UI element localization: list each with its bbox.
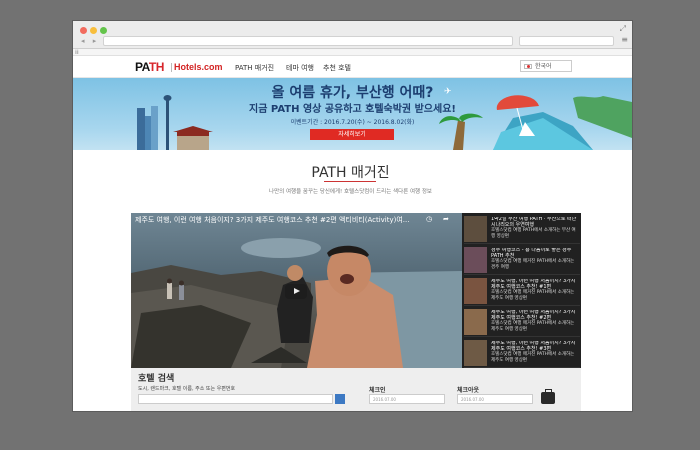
page-title: PATH 매거진	[311, 165, 390, 181]
browser-window: ⤢ ◂ ▸ ≡ ⁞⁞ PATH Hotels.com PATH 매거진 테마 여…	[73, 21, 632, 411]
banner-event-period: 이벤트기간 : 2016.7.20(수) ~ 2016.8.02(화)	[290, 119, 415, 126]
checkout-label: 체크아웃	[457, 387, 480, 394]
playlist-thumbnail[interactable]	[464, 309, 487, 335]
gate-wall	[177, 136, 209, 150]
playlist-item[interactable]: 제주도 여행, 이런 여행 처음이지? 3가지 제주도 여행코스 추천! #3편…	[464, 339, 580, 368]
playlist-item-title[interactable]: 1박2일 부산 여행 PATH · 부산으로 떠난 시나리오의 우연여행	[491, 217, 576, 228]
checkin-label: 체크인	[369, 387, 386, 394]
site-header: PATH Hotels.com PATH 매거진 테마 여행 추천 호텔 한국어	[73, 56, 632, 78]
playlist-item-text: 제주도 여행, 이런 여행 처음이지? 3가지 제주도 여행코스 추천! #3편…	[491, 341, 579, 367]
video-frame[interactable]: 제주도 여행, 이런 여행 처음이지? 3가지 제주도 여행코스 추천 #2편 …	[131, 213, 462, 368]
video-playlist: 1박2일 부산 여행 PATH · 부산으로 떠난 시나리오의 우연여행 호텔스닷…	[462, 213, 581, 368]
play-button[interactable]	[285, 284, 307, 299]
korea-flag-icon	[524, 64, 532, 69]
playlist-item[interactable]: 1박2일 부산 여행 PATH · 부산으로 떠난 시나리오의 우연여행 호텔스닷…	[464, 215, 580, 244]
playlist-item-text: 제주도 여행, 이런 여행 처음이지? 3가지 제주도 여행코스 추천! #1편…	[491, 279, 579, 305]
video-title[interactable]: 제주도 여행, 이런 여행 처음이지? 3가지 제주도 여행코스 추천 #2편 …	[135, 215, 435, 225]
share-icon[interactable]: ➦	[443, 215, 449, 223]
playlist-item-desc: 호텔스닷컴 여행 매거진 PATH에서 소개하는 제주도 여행 영상편	[491, 352, 575, 363]
path-logo-part1: PA	[135, 60, 149, 74]
browser-chrome: ⤢ ◂ ▸ ≡	[73, 21, 632, 49]
playlist-item-title[interactable]: 제주도 여행, 이런 여행 처음이지? 3가지 제주도 여행코스 추천! #2편	[491, 310, 575, 321]
banner-subheadline: 지금 PATH 영상 공유하고 호텔숙박권 받으세요!	[249, 104, 456, 115]
hotel-search-title: 호텔 검색	[138, 374, 175, 384]
destination-label: 도시, 랜드마크, 호텔 이름, 주소 또는 우편번호	[138, 386, 236, 392]
nav-path-magazine[interactable]: PATH 매거진	[235, 63, 274, 73]
video-player[interactable]: 제주도 여행, 이런 여행 처음이지? 3가지 제주도 여행코스 추천 #2편 …	[131, 213, 581, 368]
playlist-item-title[interactable]: 경주 여행코스 - 흥 나음이로 좋은 경주 PATH 추천	[491, 248, 571, 259]
event-banner[interactable]: ✈ 올 여름 휴가, 부산행 어때? 지금 PATH 영상 공유하고 호텔숙박권…	[73, 78, 632, 150]
playlist-item-desc: 호텔스닷컴 여행 매거진 PATH에서 소개하는 제주도 여행 영상편	[491, 290, 575, 301]
destination-search-button[interactable]	[335, 394, 345, 404]
suitcase-icon	[541, 389, 555, 404]
logo-divider	[171, 63, 172, 72]
playlist-item-desc: 호텔스닷컴 여행 매거진 PATH에서 소개하는 제주도 여행 영상편	[491, 321, 575, 332]
playlist-item[interactable]: 제주도 여행, 이런 여행 처음이지? 3가지 제주도 여행코스 추천! #1편…	[464, 277, 580, 306]
banner-detail-button[interactable]: 자세히보기	[310, 129, 394, 140]
path-logo-part2: TH	[148, 60, 165, 74]
playlist-item-desc: 호텔스닷컴 여행 매거진 PATH에서 소개하는 경주 여행	[491, 259, 575, 270]
checkin-input[interactable]: 2016.07.00	[369, 394, 445, 404]
language-label: 한국어	[535, 63, 552, 70]
browser-menu-icon[interactable]: ≡	[621, 35, 628, 44]
playlist-item-title[interactable]: 제주도 여행, 이런 여행 처음이지? 3가지 제주도 여행코스 추천! #1편	[491, 279, 575, 290]
fullscreen-icon[interactable]: ⤢	[620, 24, 626, 34]
destination-input[interactable]	[138, 394, 333, 404]
clock-icon[interactable]: ◷	[426, 215, 432, 223]
playlist-item-title[interactable]: 제주도 여행, 이런 여행 처음이지? 3가지 제주도 여행코스 추천! #3편	[491, 341, 575, 352]
playlist-item-desc: 호텔스닷컴 여행 PATH에서 소개하는 부산 여행 영상편	[491, 228, 576, 239]
playlist-item-text: 제주도 여행, 이런 여행 처음이지? 3가지 제주도 여행코스 추천! #2편…	[491, 310, 579, 336]
playlist-item-text: 경주 여행코스 - 흥 나음이로 좋은 경주 PATH 추천 호텔스닷컴 여행 매…	[491, 248, 579, 274]
bookmarks-bar: ⁞⁞	[73, 49, 632, 56]
banner-headline: 올 여름 휴가, 부산행 어때?	[271, 85, 434, 101]
hotel-search-panel: 호텔 검색 도시, 랜드마크, 호텔 이름, 주소 또는 우편번호 체크인 20…	[131, 368, 581, 411]
address-bar[interactable]	[103, 36, 513, 46]
magazine-content: PATH 매거진 나만의 여행을 꿈꾸는 당신에게! 호텔스닷컴이 드리는 색다…	[121, 150, 581, 411]
title-underline	[324, 181, 376, 182]
language-selector[interactable]: 한국어	[520, 60, 572, 72]
playlist-item-text: 1박2일 부산 여행 PATH · 부산으로 떠난 시나리오의 우연여행 호텔스닷…	[491, 217, 579, 243]
playlist-item[interactable]: 제주도 여행, 이런 여행 처음이지? 3가지 제주도 여행코스 추천! #2편…	[464, 308, 580, 337]
nav-theme-travel[interactable]: 테마 여행	[286, 63, 314, 73]
hotels-com-logo[interactable]: Hotels.com	[174, 62, 223, 72]
path-logo[interactable]: PATH	[135, 60, 164, 74]
playlist-thumbnail[interactable]	[464, 216, 487, 242]
playlist-item[interactable]: 경주 여행코스 - 흥 나음이로 좋은 경주 PATH 추천 호텔스닷컴 여행 매…	[464, 246, 580, 275]
playlist-thumbnail[interactable]	[464, 278, 487, 304]
nav-recommended-hotels[interactable]: 추천 호텔	[323, 63, 351, 73]
checkout-input[interactable]: 2016.07.00	[457, 394, 533, 404]
person-figure-1	[167, 283, 172, 299]
page-subtitle: 나만의 여행을 꿈꾸는 당신에게! 호텔스닷컴이 드리는 색다른 여행 정보	[269, 189, 432, 195]
back-forward-buttons[interactable]: ◂ ▸	[81, 37, 99, 45]
playlist-thumbnail[interactable]	[464, 247, 487, 273]
minimize-window-button[interactable]	[90, 27, 97, 34]
person-figure-2	[179, 285, 184, 300]
playlist-thumbnail[interactable]	[464, 340, 487, 366]
browser-search-bar[interactable]	[519, 36, 614, 46]
maximize-window-button[interactable]	[100, 27, 107, 34]
close-window-button[interactable]	[80, 27, 87, 34]
